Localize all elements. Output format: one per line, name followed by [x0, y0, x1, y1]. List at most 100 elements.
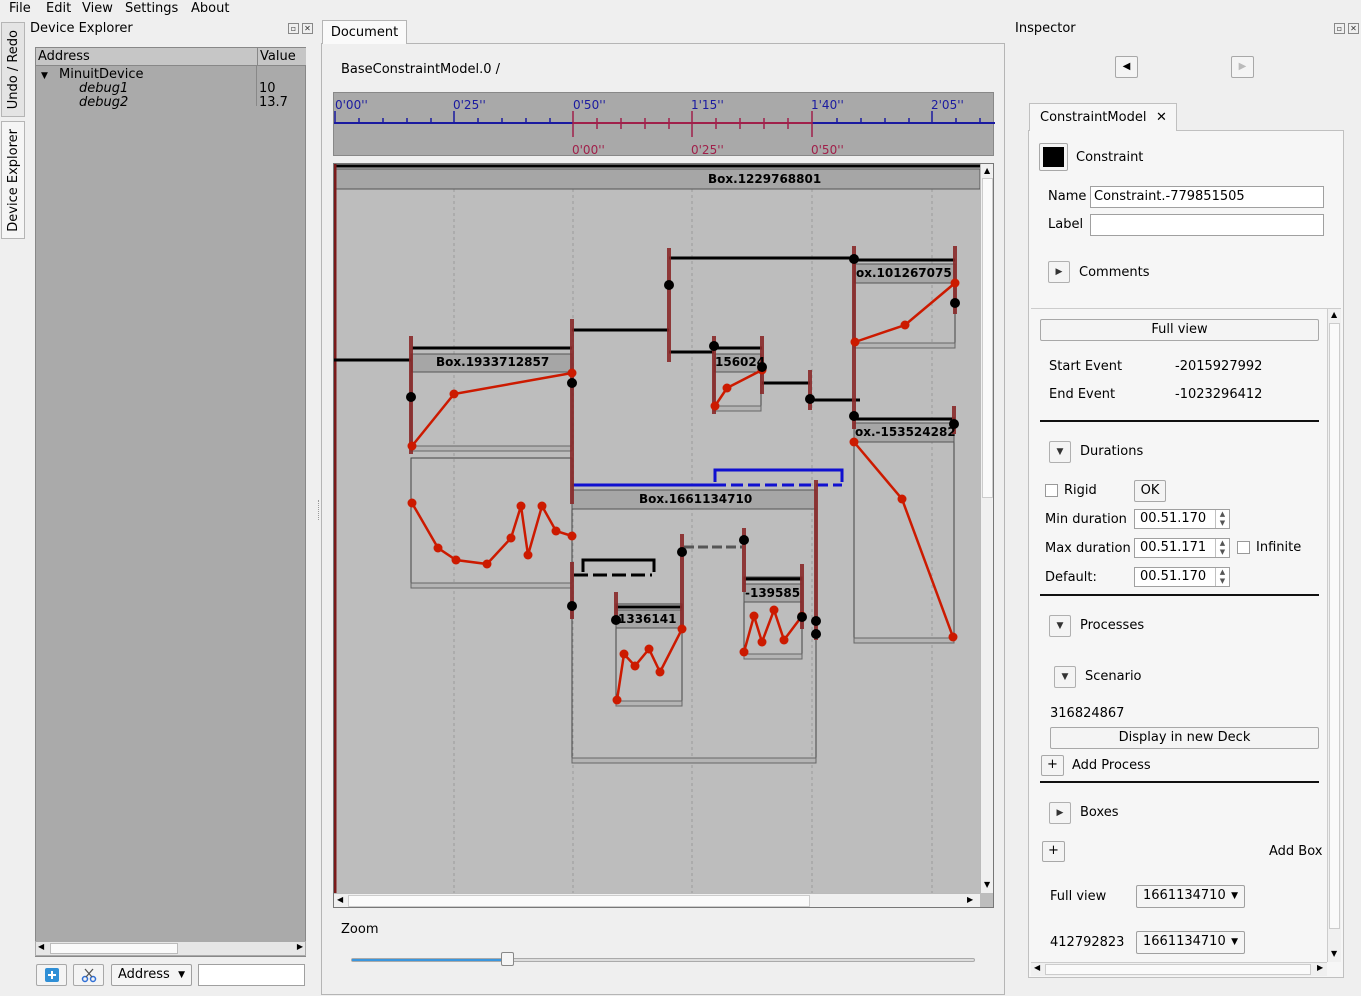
tree-item-device[interactable]: MinuitDevice	[59, 68, 143, 82]
column-header-address[interactable]: Address	[36, 48, 257, 66]
box-label[interactable]: Box.1661134710	[639, 492, 752, 506]
expand-arrow-icon[interactable]: ▼	[41, 69, 48, 83]
scroll-thumb[interactable]	[348, 895, 810, 907]
inspector-vscrollbar[interactable]: ▲ ▼	[1327, 309, 1341, 962]
menu-settings[interactable]: Settings	[125, 0, 178, 18]
rigid-checkbox[interactable]	[1045, 484, 1058, 497]
close-icon[interactable]: ✕	[302, 23, 313, 34]
box-label[interactable]: Box.1933712857	[436, 355, 549, 369]
column-header-value[interactable]: Value	[257, 48, 306, 66]
comments-label: Comments	[1079, 265, 1150, 280]
splitter-handle[interactable]	[318, 500, 320, 520]
color-picker-button[interactable]	[1039, 143, 1068, 171]
menu-edit[interactable]: Edit	[46, 0, 71, 18]
box-label[interactable]: 1336141	[618, 612, 676, 626]
add-process-button[interactable]: +	[1041, 755, 1064, 776]
device-hscrollbar[interactable]: ◀ ▶	[35, 941, 306, 956]
add-process-label: Add Process	[1072, 758, 1151, 773]
box-label[interactable]: ox.-153524282	[855, 425, 956, 439]
tab-constraint-model-label: ConstraintModel	[1040, 110, 1147, 125]
back-button[interactable]: ◀	[1115, 56, 1138, 78]
full-view-combo[interactable]: 1661134710 ▼	[1136, 885, 1245, 908]
scroll-left-icon[interactable]: ◀	[337, 895, 343, 904]
breadcrumb[interactable]: BaseConstraintModel.0 /	[341, 62, 500, 77]
float-icon[interactable]: ▫	[1334, 23, 1345, 34]
name-label: Name	[1048, 189, 1087, 204]
collapse-processes-button[interactable]: ▼	[1049, 615, 1071, 637]
ruler-label: 0'50''	[573, 98, 606, 112]
infinite-checkbox[interactable]	[1237, 541, 1250, 554]
time-ruler[interactable]: 0'00'' 0'25'' 0'50'' 1'15'' 1'40'' 2'05'…	[333, 92, 995, 156]
start-event-value[interactable]: -2015927992	[1175, 359, 1262, 374]
ruler-label: 1'15''	[691, 98, 724, 112]
spin-arrows-icon[interactable]: ▲ ▼	[1215, 568, 1229, 586]
address-combo[interactable]: Address ▼	[111, 964, 192, 986]
collapse-scenario-button[interactable]: ▼	[1054, 666, 1076, 688]
tree-value-debug2[interactable]: 13.7	[259, 96, 288, 110]
menu-file[interactable]: File	[9, 0, 31, 18]
ok-button[interactable]: OK	[1134, 480, 1166, 502]
expand-comments-button[interactable]: ▶	[1048, 261, 1070, 283]
forward-button[interactable]: ▶	[1231, 56, 1254, 78]
end-event-value[interactable]: -1023296412	[1175, 387, 1262, 402]
default-duration-value: 00.51.170	[1140, 569, 1207, 584]
tab-device-explorer[interactable]: Device Explorer	[1, 121, 25, 239]
scroll-left-icon[interactable]: ◀	[1034, 963, 1040, 972]
collapse-durations-button[interactable]: ▼	[1049, 441, 1071, 463]
full-view-combo-value: 1661134710	[1143, 888, 1226, 903]
scroll-right-icon[interactable]: ▶	[1317, 963, 1323, 972]
scenario-view[interactable]: Box.1229768801 Box.1933712857 Box.166113…	[333, 163, 994, 908]
zoom-slider[interactable]	[351, 952, 975, 966]
tree-value-debug1[interactable]: 10	[259, 82, 276, 96]
add-box-button[interactable]: +	[1042, 841, 1065, 862]
box-label[interactable]: -139585	[745, 586, 800, 600]
device-tree[interactable]: Address Value ▼ MinuitDevice debug1 10 d…	[35, 47, 306, 957]
tab-document[interactable]: Document	[322, 20, 407, 44]
menu-view[interactable]: View	[82, 0, 113, 18]
min-duration-spinbox[interactable]: 00.51.170 ▲ ▼	[1134, 509, 1230, 529]
tab-constraint-model[interactable]: ConstraintModel ✕	[1029, 103, 1177, 131]
scroll-down-icon[interactable]: ▼	[1331, 949, 1337, 958]
full-view-button[interactable]: Full view	[1040, 319, 1319, 341]
expand-boxes-button[interactable]: ▶	[1049, 802, 1071, 824]
separator	[1031, 308, 1341, 309]
tree-item-debug2[interactable]: debug2	[79, 96, 128, 110]
box-label[interactable]: 156024	[715, 355, 765, 369]
learn-button[interactable]	[73, 964, 104, 986]
spin-arrows-icon[interactable]: ▲ ▼	[1215, 510, 1229, 528]
scroll-right-icon[interactable]: ▶	[967, 895, 973, 904]
scroll-right-icon[interactable]: ▶	[297, 942, 303, 951]
close-tab-icon[interactable]: ✕	[1156, 104, 1167, 131]
scene-vscrollbar[interactable]: ▲ ▼	[980, 164, 993, 893]
scroll-thumb[interactable]	[982, 178, 993, 498]
scroll-thumb[interactable]	[1045, 964, 1311, 975]
menu-about[interactable]: About	[191, 0, 229, 18]
display-new-deck-button[interactable]: Display in new Deck	[1050, 727, 1319, 749]
scroll-up-icon[interactable]: ▲	[1331, 310, 1337, 319]
scroll-up-icon[interactable]: ▲	[984, 166, 990, 175]
scroll-left-icon[interactable]: ◀	[38, 942, 44, 951]
tree-item-debug1[interactable]: debug1	[79, 82, 128, 96]
name-field[interactable]: Constraint.-779851505	[1090, 186, 1324, 208]
box-label[interactable]: ox.101267075	[856, 266, 952, 280]
max-duration-spinbox[interactable]: 00.51.171 ▲ ▼	[1134, 538, 1230, 558]
box-label-main[interactable]: Box.1229768801	[708, 172, 821, 186]
scene-hscrollbar[interactable]: ◀ ▶	[334, 893, 980, 907]
tab-undo-redo[interactable]: Undo / Redo	[1, 22, 25, 117]
filter-input[interactable]	[198, 964, 305, 986]
label-field[interactable]	[1090, 214, 1324, 236]
zoom-handle[interactable]	[501, 952, 514, 966]
spin-arrows-icon[interactable]: ▲ ▼	[1215, 539, 1229, 557]
infinite-label: Infinite	[1256, 540, 1302, 555]
deck-box-combo[interactable]: 1661134710 ▼	[1136, 931, 1245, 954]
scroll-thumb[interactable]	[1329, 323, 1340, 929]
scroll-thumb[interactable]	[50, 943, 178, 954]
add-device-button[interactable]	[36, 964, 67, 986]
scroll-down-icon[interactable]: ▼	[984, 880, 990, 889]
float-icon[interactable]: ▫	[288, 23, 299, 34]
close-icon[interactable]: ✕	[1348, 23, 1359, 34]
default-duration-spinbox[interactable]: 00.51.170 ▲ ▼	[1134, 567, 1230, 587]
separator	[1040, 594, 1319, 596]
add-device-icon	[44, 968, 59, 982]
inspector-hscrollbar[interactable]: ◀ ▶	[1031, 962, 1327, 976]
